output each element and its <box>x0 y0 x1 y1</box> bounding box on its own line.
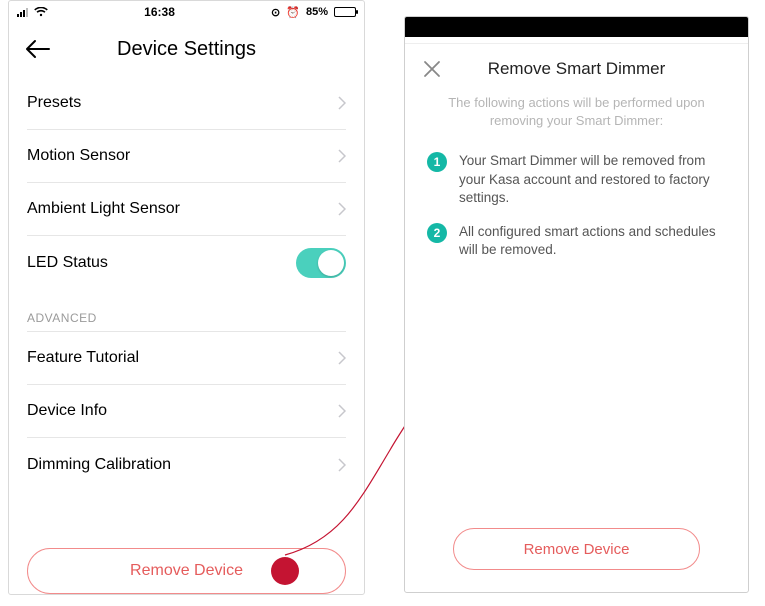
confirm-remove-label: Remove Device <box>524 541 630 558</box>
modal-info-text: All configured smart actions and schedul… <box>459 223 726 259</box>
row-led-status[interactable]: LED Status <box>27 236 346 289</box>
row-motion-sensor[interactable]: Motion Sensor <box>27 130 346 183</box>
status-time: 16:38 <box>144 5 175 19</box>
row-label: LED Status <box>27 254 108 272</box>
header: Device Settings <box>9 21 364 77</box>
chevron-right-icon <box>338 458 346 472</box>
row-label: Dimming Calibration <box>27 456 171 474</box>
close-icon[interactable] <box>423 60 441 78</box>
led-status-toggle[interactable] <box>296 248 346 278</box>
status-bar-obscured <box>405 17 748 37</box>
row-label: Device Info <box>27 402 107 420</box>
battery-percent: 85% <box>306 6 328 18</box>
row-device-info[interactable]: Device Info <box>27 385 346 438</box>
step-number-badge: 2 <box>427 223 447 243</box>
modal-info-item: 2 All configured smart actions and sched… <box>423 215 730 267</box>
modal-subtitle: The following actions will be performed … <box>423 94 730 144</box>
modal-info-item: 1 Your Smart Dimmer will be removed from… <box>423 144 730 215</box>
row-ambient-light[interactable]: Ambient Light Sensor <box>27 183 346 236</box>
orientation-lock-icon: ⊙ <box>271 6 280 19</box>
row-label: Presets <box>27 94 81 112</box>
row-label: Feature Tutorial <box>27 349 139 367</box>
modal-info-text: Your Smart Dimmer will be removed from y… <box>459 152 726 207</box>
row-dimming-calibration[interactable]: Dimming Calibration <box>27 438 346 491</box>
chevron-right-icon <box>338 351 346 365</box>
row-label: Motion Sensor <box>27 147 130 165</box>
chevron-right-icon <box>338 149 346 163</box>
wifi-icon <box>34 7 48 17</box>
device-settings-screen: 16:38 ⊙ ⏰ 85% Device Settings Presets Mo… <box>8 0 365 595</box>
remove-dimmer-modal-screen: Remove Smart Dimmer The following action… <box>404 16 749 593</box>
remove-device-wrap: Remove Device <box>9 528 364 594</box>
settings-list: Presets Motion Sensor Ambient Light Sens… <box>9 77 364 491</box>
page-title: Device Settings <box>117 38 256 61</box>
row-label: Ambient Light Sensor <box>27 200 180 218</box>
cellular-signal-icon <box>17 7 28 17</box>
row-presets[interactable]: Presets <box>27 77 346 130</box>
chevron-right-icon <box>338 96 346 110</box>
modal-title: Remove Smart Dimmer <box>488 59 666 79</box>
alarm-icon: ⏰ <box>286 6 300 19</box>
status-bar: 16:38 ⊙ ⏰ 85% <box>9 1 364 21</box>
confirm-remove-button[interactable]: Remove Device <box>453 528 700 570</box>
row-feature-tutorial[interactable]: Feature Tutorial <box>27 332 346 385</box>
back-arrow-icon[interactable] <box>25 39 51 59</box>
remove-dimmer-sheet: Remove Smart Dimmer The following action… <box>405 43 748 592</box>
chevron-right-icon <box>338 202 346 216</box>
touch-indicator-icon <box>271 557 299 585</box>
battery-icon <box>334 7 356 17</box>
section-header-advanced: ADVANCED <box>27 289 346 332</box>
step-number-badge: 1 <box>427 152 447 172</box>
chevron-right-icon <box>338 404 346 418</box>
remove-device-label: Remove Device <box>130 562 243 580</box>
